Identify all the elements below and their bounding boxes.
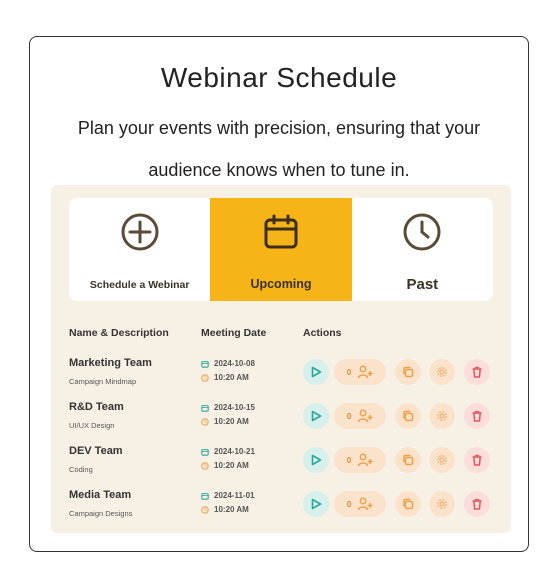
date-text: 2024-11-01 bbox=[214, 491, 255, 500]
row-time: 10:20 AM bbox=[201, 505, 249, 514]
column-header-name: Name & Description bbox=[69, 327, 169, 339]
column-header-date: Meeting Date bbox=[201, 327, 267, 339]
trash-icon bbox=[472, 366, 482, 378]
duplicate-button[interactable] bbox=[395, 447, 421, 473]
gear-icon bbox=[436, 498, 448, 510]
row-time: 10:20 AM bbox=[201, 373, 249, 382]
table-row: DEV Team Coding 2024-10-21 10:20 AM 0 bbox=[51, 445, 511, 489]
table-row: Marketing Team Campaign Mindmap 2024-10-… bbox=[51, 357, 511, 401]
start-button[interactable] bbox=[303, 491, 329, 517]
add-user-icon bbox=[357, 453, 373, 467]
duplicate-button[interactable] bbox=[395, 359, 421, 385]
copy-icon bbox=[403, 366, 414, 378]
assign-attendees-button[interactable]: 0 bbox=[334, 491, 386, 517]
tab-label: Past bbox=[406, 276, 439, 293]
delete-button[interactable] bbox=[464, 359, 490, 385]
calendar-icon bbox=[201, 492, 209, 500]
date-text: 2024-10-15 bbox=[214, 403, 255, 412]
row-name: DEV Team bbox=[69, 445, 123, 457]
clock-icon bbox=[403, 213, 441, 251]
settings-button[interactable] bbox=[429, 403, 455, 429]
delete-button[interactable] bbox=[464, 491, 490, 517]
assign-attendees-button[interactable]: 0 bbox=[334, 447, 386, 473]
attendee-count: 0 bbox=[346, 411, 352, 421]
copy-icon bbox=[403, 454, 414, 466]
row-date: 2024-10-15 bbox=[201, 403, 255, 412]
trash-icon bbox=[472, 410, 482, 422]
schedule-panel: Schedule a Webinar Upcoming Past Name & … bbox=[51, 185, 511, 533]
row-name: Media Team bbox=[69, 489, 132, 501]
date-text: 2024-10-08 bbox=[214, 359, 255, 368]
clock-icon bbox=[201, 373, 209, 382]
assign-attendees-button[interactable]: 0 bbox=[334, 403, 386, 429]
duplicate-button[interactable] bbox=[395, 403, 421, 429]
start-button[interactable] bbox=[303, 359, 329, 385]
play-icon bbox=[311, 498, 322, 510]
trash-icon bbox=[472, 498, 482, 510]
copy-icon bbox=[403, 498, 414, 510]
page-subtitle: Plan your events with precision, ensurin… bbox=[77, 118, 481, 180]
attendee-count: 0 bbox=[346, 499, 352, 509]
start-button[interactable] bbox=[303, 403, 329, 429]
tab-label: Upcoming bbox=[250, 277, 312, 291]
time-text: 10:20 AM bbox=[214, 505, 249, 514]
start-button[interactable] bbox=[303, 447, 329, 473]
table-row: Media Team Campaign Designs 2024-11-01 1… bbox=[51, 489, 511, 533]
attendee-count: 0 bbox=[346, 455, 352, 465]
row-description: Campaign Mindmap bbox=[69, 377, 137, 386]
delete-button[interactable] bbox=[464, 447, 490, 473]
add-user-icon bbox=[357, 409, 373, 423]
row-description: Coding bbox=[69, 465, 93, 474]
time-text: 10:20 AM bbox=[214, 373, 249, 382]
trash-icon bbox=[472, 454, 482, 466]
row-description: UI/UX Design bbox=[69, 421, 115, 430]
row-description: Campaign Designs bbox=[69, 509, 133, 518]
page-title: Webinar Schedule bbox=[160, 62, 398, 93]
calendar-icon bbox=[201, 448, 209, 456]
row-time: 10:20 AM bbox=[201, 461, 249, 470]
assign-attendees-button[interactable]: 0 bbox=[334, 359, 386, 385]
gear-icon bbox=[436, 366, 448, 378]
settings-button[interactable] bbox=[429, 359, 455, 385]
calendar-icon bbox=[201, 360, 209, 368]
attendee-count: 0 bbox=[346, 367, 352, 377]
plus-circle-icon bbox=[121, 213, 159, 251]
settings-button[interactable] bbox=[429, 447, 455, 473]
play-icon bbox=[311, 366, 322, 378]
row-name: Marketing Team bbox=[69, 357, 152, 369]
copy-icon bbox=[403, 410, 414, 422]
calendar-icon bbox=[264, 214, 298, 249]
tab-label: Schedule a Webinar bbox=[89, 279, 190, 291]
play-icon bbox=[311, 410, 322, 422]
time-text: 10:20 AM bbox=[214, 461, 249, 470]
tab-upcoming[interactable]: Upcoming bbox=[210, 198, 352, 301]
row-date: 2024-10-08 bbox=[201, 359, 255, 368]
tab-past[interactable]: Past bbox=[352, 198, 493, 301]
row-date: 2024-10-21 bbox=[201, 447, 255, 456]
play-icon bbox=[311, 454, 322, 466]
date-text: 2024-10-21 bbox=[214, 447, 255, 456]
webinar-card: Webinar Schedule Plan your events with p… bbox=[29, 36, 529, 552]
row-time: 10:20 AM bbox=[201, 417, 249, 426]
tab-schedule-webinar[interactable]: Schedule a Webinar bbox=[69, 198, 210, 301]
calendar-icon bbox=[201, 404, 209, 412]
tab-bar: Schedule a Webinar Upcoming Past bbox=[69, 198, 493, 301]
clock-icon bbox=[201, 461, 209, 470]
duplicate-button[interactable] bbox=[395, 491, 421, 517]
delete-button[interactable] bbox=[464, 403, 490, 429]
row-name: R&D Team bbox=[69, 401, 124, 413]
add-user-icon bbox=[357, 365, 373, 379]
table-row: R&D Team UI/UX Design 2024-10-15 10:20 A… bbox=[51, 401, 511, 445]
gear-icon bbox=[436, 410, 448, 422]
gear-icon bbox=[436, 454, 448, 466]
settings-button[interactable] bbox=[429, 491, 455, 517]
column-header-actions: Actions bbox=[303, 327, 342, 339]
add-user-icon bbox=[357, 497, 373, 511]
time-text: 10:20 AM bbox=[214, 417, 249, 426]
row-date: 2024-11-01 bbox=[201, 491, 254, 500]
clock-icon bbox=[201, 417, 209, 426]
clock-icon bbox=[201, 505, 209, 514]
